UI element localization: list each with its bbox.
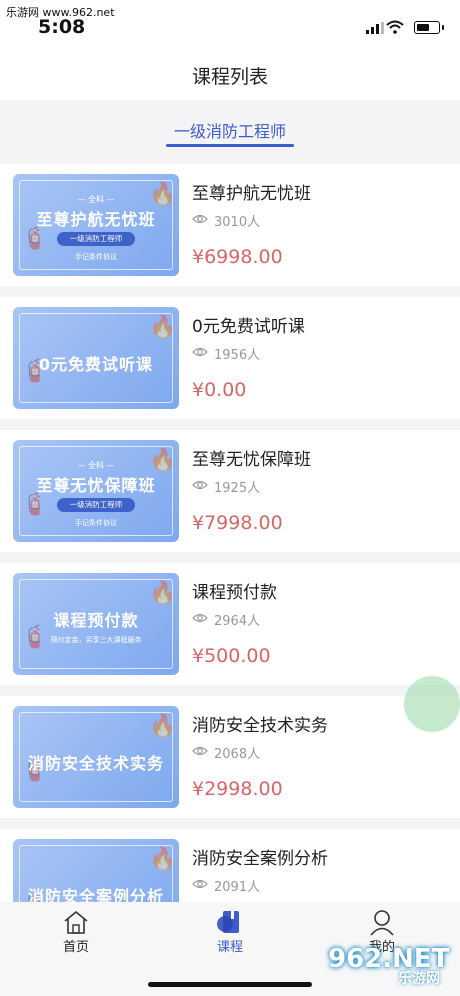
thumbnail-title: 消防安全技术实务 — [27, 754, 164, 773]
course-thumbnail[interactable]: 🔥 🧯 — 全科 — 至尊无忧保障班 一级消防工程师 手记条件协议 — [13, 440, 179, 542]
course-card[interactable]: 🔥 🧯 — 全科 — 至尊无忧保障班 一级消防工程师 手记条件协议 至尊无忧保障班 1925人… — [0, 430, 460, 552]
thumbnail-footnote: 预付定金，另享三大课程服务 — [50, 636, 142, 644]
thumbnail-footnote: 手记条件协议 — [75, 519, 117, 527]
bottom-tab-home[interactable]: 首页 — [26, 902, 126, 962]
course-view-count: 2964人 — [214, 614, 261, 629]
fire-deco-icon: 🔥 — [149, 847, 177, 872]
status-bar: 乐游网 www.962.net 5:08 — [0, 0, 460, 44]
course-view-count: 1925人 — [214, 481, 261, 496]
fire-deco-icon: 🔥 — [149, 714, 177, 739]
course-card[interactable]: 🔥 🧯 0元免费试听课 0元免费试听课 1956人 ¥0.00 — [0, 297, 460, 419]
course-price: ¥7998.00 — [192, 512, 283, 534]
thumbnail-title: 0元免费试听课 — [38, 355, 154, 374]
eye-icon — [192, 879, 208, 889]
status-time: 5:08 — [38, 16, 86, 38]
nav-bar: 课程列表 — [0, 44, 460, 100]
bottom-tab-courses-label: 课程 — [216, 940, 243, 955]
eye-icon — [192, 480, 208, 490]
course-title[interactable]: 至尊护航无忧班 — [192, 179, 311, 204]
course-view-count: 2091人 — [214, 880, 261, 895]
course-thumbnail[interactable]: 🔥 🧯 — 全科 — 至尊护航无忧班 一级消防工程师 手记条件协议 — [13, 174, 179, 276]
bottom-tab-home-label: 首页 — [62, 940, 89, 955]
category-tabs: 一级消防工程师 — [0, 100, 460, 156]
course-card[interactable]: 🔥 🧯 — 全科 — 至尊护航无忧班 一级消防工程师 手记条件协议 至尊护航无忧班 3010人… — [0, 164, 460, 286]
course-view-count: 1956人 — [214, 348, 261, 363]
course-card[interactable]: 🔥 🧯 课程预付款 预付定金，另享三大课程服务 课程预付款 2964人 ¥500.00 — [0, 563, 460, 685]
page-title: 课程列表 — [191, 66, 268, 88]
course-price: ¥500.00 — [192, 645, 271, 667]
course-thumbnail[interactable]: 🔥 🧯 课程预付款 预付定金，另享三大课程服务 — [13, 573, 179, 675]
thumbnail-badge: 一级消防工程师 — [57, 498, 135, 512]
eye-icon — [192, 214, 208, 224]
thumbnail-title: 至尊无忧保障班 — [36, 476, 156, 495]
tab-level-one-engineer[interactable]: 一级消防工程师 — [164, 118, 296, 142]
eye-icon — [192, 347, 208, 357]
battery-icon — [414, 21, 440, 34]
course-title[interactable]: 至尊无忧保障班 — [192, 445, 311, 470]
course-title[interactable]: 消防安全案例分析 — [192, 844, 328, 869]
bottom-tab-courses[interactable]: 课程 — [180, 902, 280, 962]
thumbnail-title: 至尊护航无忧班 — [36, 210, 156, 229]
user-icon — [370, 910, 394, 936]
home-indicator — [148, 982, 312, 987]
course-title[interactable]: 0元免费试听课 — [192, 312, 305, 337]
watermark-logo: 962.NET 乐游网 — [328, 944, 460, 994]
course-view-count: 3010人 — [214, 215, 261, 230]
thumbnail-subtitle: — 全科 — — [77, 195, 115, 204]
cellular-signal-icon — [366, 22, 384, 34]
course-thumbnail[interactable]: 🔥 🧯 0元免费试听课 — [13, 307, 179, 409]
course-thumbnail[interactable]: 🔥 🧯 消防安全技术实务 — [13, 706, 179, 808]
thumbnail-subtitle: — 全科 — — [77, 461, 115, 470]
course-card[interactable]: 🔥 🧯 消防安全技术实务 消防安全技术实务 2068人 ¥2998.00 — [0, 696, 460, 818]
wifi-icon — [386, 20, 404, 34]
course-view-count: 2068人 — [214, 747, 261, 762]
floating-assist-button[interactable] — [404, 676, 460, 732]
thumbnail-title: 课程预付款 — [53, 611, 139, 630]
thumbnail-footnote: 手记条件协议 — [75, 253, 117, 261]
fire-deco-icon: 🔥 — [149, 581, 177, 606]
course-price: ¥2998.00 — [192, 778, 283, 800]
book-icon — [217, 911, 239, 933]
home-icon — [64, 910, 88, 934]
thumbnail-badge: 一级消防工程师 — [57, 232, 135, 246]
eye-icon — [192, 746, 208, 756]
course-price: ¥0.00 — [192, 379, 247, 401]
course-title[interactable]: 消防安全技术实务 — [192, 711, 328, 736]
eye-icon — [192, 613, 208, 623]
watermark-logo-sub: 乐游网 — [398, 971, 440, 987]
tab-active-indicator — [166, 144, 294, 147]
course-title[interactable]: 课程预付款 — [192, 578, 277, 603]
course-price: ¥6998.00 — [192, 246, 283, 268]
fire-deco-icon: 🔥 — [149, 315, 177, 340]
